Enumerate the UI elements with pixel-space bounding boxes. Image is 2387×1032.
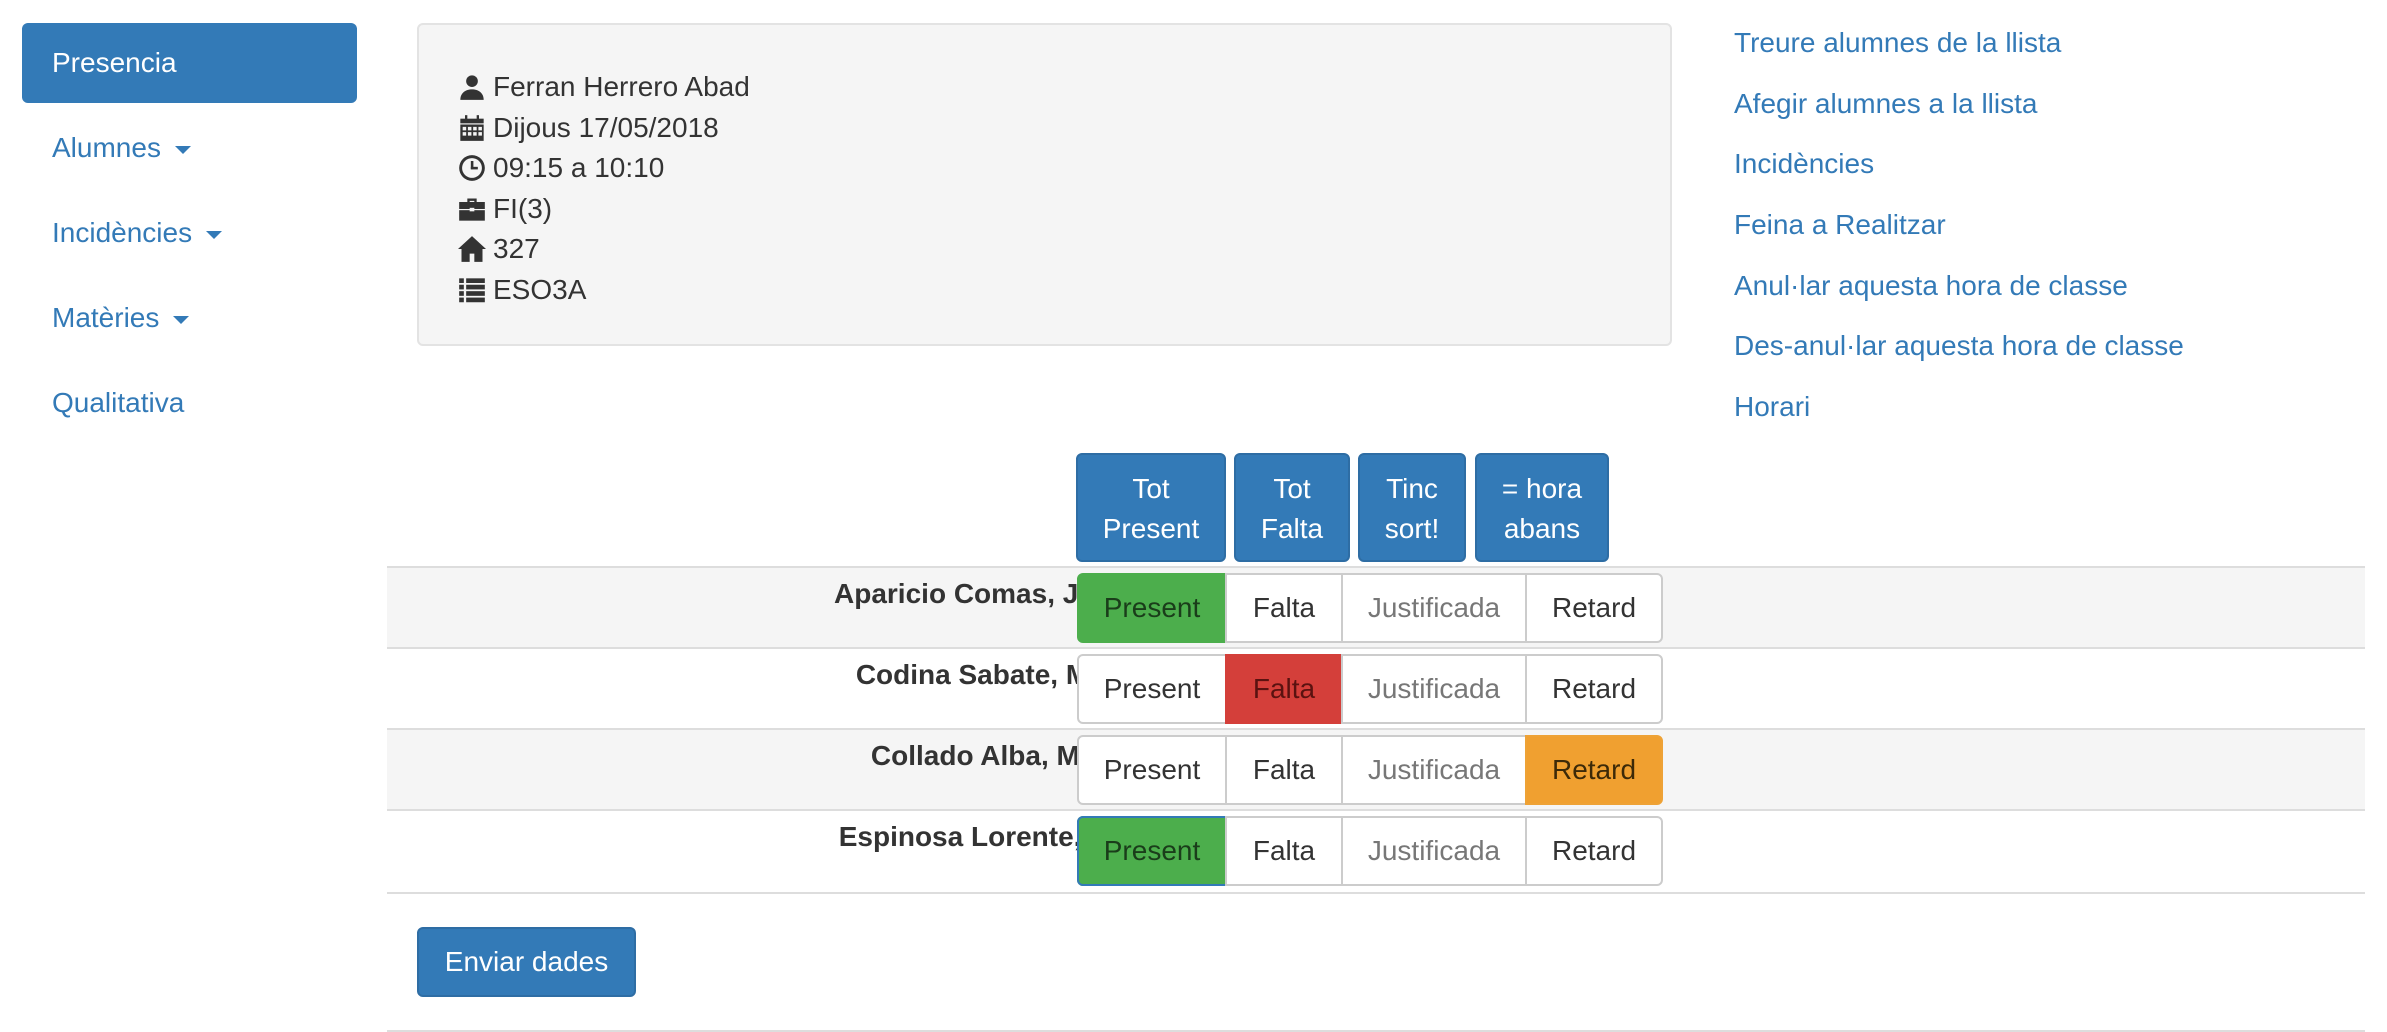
same-as-previous-hour-button[interactable]: = hora abans (1475, 453, 1609, 562)
button-line: Present (1102, 513, 1200, 544)
late-option[interactable]: Retard (1525, 735, 1663, 805)
attendance-toggle-group: Present Falta Justificada Retard (1077, 654, 1663, 724)
justified-option[interactable]: Justificada (1341, 816, 1527, 886)
class-time: 09:15 a 10:10 (493, 152, 665, 184)
list-icon (457, 275, 487, 305)
attendance-toggle-group: Present Falta Justificada Retard (1077, 573, 1663, 643)
table-bottom-divider (387, 892, 2365, 894)
justified-option[interactable]: Justificada (1341, 573, 1527, 643)
room-number: 327 (493, 233, 540, 265)
sidebar-item-qualitativa[interactable]: Qualitativa (22, 363, 357, 443)
absent-option[interactable]: Falta (1225, 654, 1343, 724)
sidebar-item-presencia[interactable]: Presencia (22, 23, 357, 103)
present-option[interactable]: Present (1077, 573, 1227, 643)
calendar-icon (457, 113, 487, 143)
info-date: Dijous 17/05/2018 (457, 108, 1670, 149)
button-line: Falta (1260, 513, 1324, 544)
info-time: 09:15 a 10:10 (457, 148, 1670, 189)
late-option[interactable]: Retard (1525, 654, 1663, 724)
sidebar-item-label: Qualitativa (52, 387, 185, 418)
button-line: = hora (1501, 473, 1583, 504)
attendance-toggle-group: Present Falta Justificada Retard (1077, 735, 1663, 805)
present-option[interactable]: Present (1077, 735, 1227, 805)
justified-option[interactable]: Justificada (1341, 654, 1527, 724)
sidebar-nav: Presencia Alumnes Incidències Matèries Q… (22, 23, 357, 448)
sidebar-item-incidencies[interactable]: Incidències (22, 193, 357, 273)
link-remove-students[interactable]: Treure alumnes de la llista (1734, 19, 2184, 80)
sidebar-item-label: Alumnes (52, 132, 161, 163)
user-icon (457, 72, 487, 102)
class-info-panel: Ferran Herrero Abad Dijous 17/05/2018 09… (417, 23, 1672, 346)
absent-option[interactable]: Falta (1225, 816, 1343, 886)
all-present-button[interactable]: Tot Present (1076, 453, 1226, 562)
absent-option[interactable]: Falta (1225, 573, 1343, 643)
info-teacher: Ferran Herrero Abad (457, 67, 1670, 108)
clock-icon (457, 153, 487, 183)
info-subject: FI(3) (457, 189, 1670, 230)
student-row: Codina Sabate, Malak: Present Falta Just… (387, 647, 2365, 728)
button-line: Tinc (1386, 473, 1438, 504)
link-cancel-class[interactable]: Anul·lar aquesta hora de classe (1734, 262, 2184, 323)
sidebar-item-label: Presencia (52, 47, 177, 78)
home-icon (457, 234, 487, 264)
actions-links: Treure alumnes de la llista Afegir alumn… (1734, 19, 2184, 444)
student-row: Collado Alba, Marwa: Present Falta Justi… (387, 728, 2365, 809)
button-line: abans (1503, 513, 1581, 544)
justified-option[interactable]: Justificada (1341, 735, 1527, 805)
caret-down-icon (174, 145, 191, 154)
late-option[interactable]: Retard (1525, 816, 1663, 886)
link-homework[interactable]: Feina a Realitzar (1734, 201, 2184, 262)
group-name: ESO3A (493, 273, 587, 305)
button-line: Tot (1273, 473, 1311, 504)
student-row: Aparicio Comas, Joana: Present Falta Jus… (387, 566, 2365, 647)
teacher-name: Ferran Herrero Abad (493, 71, 750, 103)
late-option[interactable]: Retard (1525, 573, 1663, 643)
submit-button[interactable]: Enviar dades (417, 927, 636, 997)
briefcase-icon (457, 194, 487, 224)
link-timetable[interactable]: Horari (1734, 383, 2184, 444)
info-room: 327 (457, 229, 1670, 270)
class-date: Dijous 17/05/2018 (493, 111, 719, 143)
going-out-button[interactable]: Tinc sort! (1358, 453, 1466, 562)
caret-down-icon (206, 230, 223, 239)
button-line: Tot (1132, 473, 1170, 504)
button-line: sort! (1384, 513, 1440, 544)
sidebar-item-label: Incidències (52, 217, 193, 248)
link-add-students[interactable]: Afegir alumnes a la llista (1734, 80, 2184, 141)
sidebar-item-materies[interactable]: Matèries (22, 278, 357, 358)
attendance-toggle-group: Present Falta Justificada Retard (1077, 816, 1663, 886)
all-absent-button[interactable]: Tot Falta (1234, 453, 1350, 562)
present-option[interactable]: Present (1077, 654, 1227, 724)
subject-code: FI(3) (493, 192, 553, 224)
sidebar-item-alumnes[interactable]: Alumnes (22, 108, 357, 188)
link-uncancel-class[interactable]: Des-anul·lar aquesta hora de classe (1734, 322, 2184, 383)
absent-option[interactable]: Falta (1225, 735, 1343, 805)
caret-down-icon (173, 315, 190, 324)
info-group: ESO3A (457, 270, 1670, 311)
sidebar-item-label: Matèries (52, 302, 160, 333)
present-option[interactable]: Present (1077, 816, 1227, 886)
student-row: Espinosa Lorente, Izan: Present Falta Ju… (387, 809, 2365, 890)
link-incidences[interactable]: Incidències (1734, 140, 2184, 201)
